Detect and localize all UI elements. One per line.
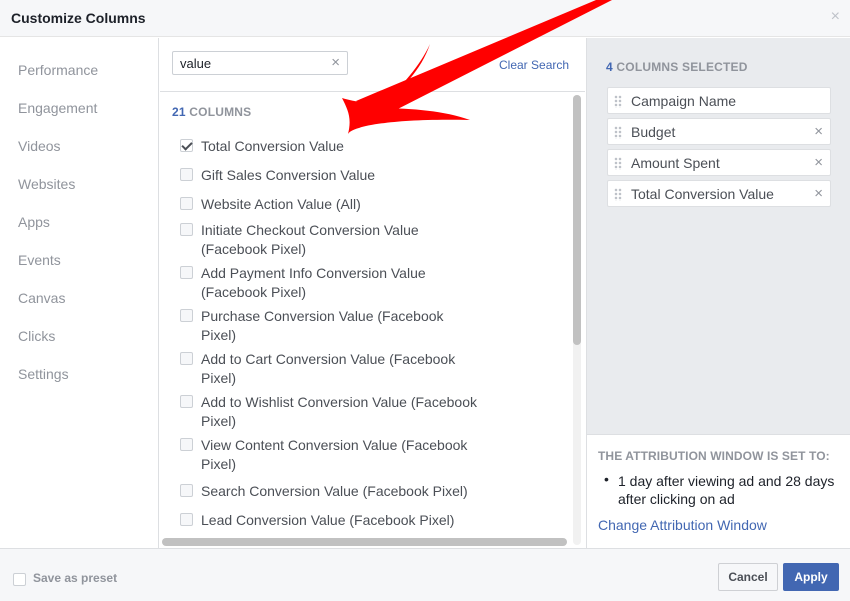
sidebar-item-performance[interactable]: Performance bbox=[18, 62, 98, 78]
column-option[interactable]: Website Action Value (All) bbox=[180, 195, 500, 214]
column-option[interactable]: Lead Conversion Value (Facebook Pixel) bbox=[180, 511, 500, 530]
sidebar-item-videos[interactable]: Videos bbox=[18, 138, 61, 154]
checkbox[interactable] bbox=[180, 197, 193, 210]
search-box: × bbox=[172, 51, 348, 75]
attribution-heading: THE ATTRIBUTION WINDOW IS SET TO: bbox=[598, 449, 830, 463]
column-option-label: Lead Conversion Value (Facebook Pixel) bbox=[201, 512, 455, 528]
selected-column-label: Total Conversion Value bbox=[631, 186, 774, 202]
column-option[interactable]: View Content Conversion Value (Facebook … bbox=[180, 436, 480, 474]
checkbox[interactable] bbox=[180, 309, 193, 322]
cancel-button[interactable]: Cancel bbox=[718, 563, 778, 591]
column-option[interactable]: Gift Sales Conversion Value bbox=[180, 166, 500, 185]
change-attribution-link[interactable]: Change Attribution Window bbox=[598, 517, 767, 533]
category-sidebar: Performance Engagement Videos Websites A… bbox=[0, 38, 159, 548]
checkbox[interactable] bbox=[180, 223, 193, 236]
vertical-scrollbar[interactable] bbox=[573, 95, 581, 545]
selected-column-item[interactable]: Budget × bbox=[607, 118, 831, 145]
sidebar-item-clicks[interactable]: Clicks bbox=[18, 328, 55, 344]
selected-column-item[interactable]: Total Conversion Value × bbox=[607, 180, 831, 207]
apply-button[interactable]: Apply bbox=[783, 563, 839, 591]
column-option-label: View Content Conversion Value (Facebook … bbox=[201, 437, 468, 472]
checkbox[interactable] bbox=[180, 352, 193, 365]
selected-count-label: COLUMNS SELECTED bbox=[616, 60, 748, 74]
drag-handle-icon[interactable] bbox=[614, 95, 622, 108]
sidebar-item-canvas[interactable]: Canvas bbox=[18, 290, 65, 306]
bullet: • bbox=[604, 471, 609, 487]
checkbox[interactable] bbox=[180, 513, 193, 526]
divider bbox=[160, 91, 585, 92]
column-option[interactable]: Add Payment Info Conversion Value (Faceb… bbox=[180, 264, 465, 302]
columns-count: 21 COLUMNS bbox=[172, 105, 251, 119]
checkbox[interactable] bbox=[180, 266, 193, 279]
checkbox[interactable] bbox=[180, 168, 193, 181]
dialog-header: Customize Columns × bbox=[0, 0, 850, 37]
close-icon[interactable]: × bbox=[831, 9, 840, 25]
selected-column-item[interactable]: Campaign Name bbox=[607, 87, 831, 114]
checkbox[interactable] bbox=[180, 395, 193, 408]
column-option-label: Purchase Conversion Value (Facebook Pixe… bbox=[201, 308, 444, 343]
selected-column-label: Amount Spent bbox=[631, 155, 720, 171]
columns-count-label: COLUMNS bbox=[189, 105, 252, 119]
column-option[interactable]: Initiate Checkout Conversion Value (Face… bbox=[180, 221, 465, 259]
column-option-label: Add to Wishlist Conversion Value (Facebo… bbox=[201, 394, 477, 429]
scrollbar-thumb[interactable] bbox=[573, 95, 581, 345]
drag-handle-icon[interactable] bbox=[614, 188, 622, 201]
checkbox[interactable] bbox=[180, 484, 193, 497]
column-option-label: Add Payment Info Conversion Value (Faceb… bbox=[201, 265, 426, 300]
clear-input-icon[interactable]: × bbox=[331, 54, 340, 71]
column-option-label: Add to Cart Conversion Value (Facebook P… bbox=[201, 351, 456, 386]
sidebar-item-events[interactable]: Events bbox=[18, 252, 61, 268]
sidebar-item-engagement[interactable]: Engagement bbox=[18, 100, 97, 116]
clear-search-link[interactable]: Clear Search bbox=[499, 58, 569, 72]
checkbox-checked[interactable] bbox=[180, 139, 193, 152]
attribution-text: 1 day after viewing ad and 28 days after… bbox=[618, 473, 835, 507]
remove-column-icon[interactable]: × bbox=[814, 154, 823, 171]
horizontal-scrollbar[interactable] bbox=[162, 538, 567, 546]
selected-column-item[interactable]: Amount Spent × bbox=[607, 149, 831, 176]
selected-columns-panel: 4 COLUMNS SELECTED Campaign Name Budget … bbox=[586, 38, 850, 548]
save-preset-label: Save as preset bbox=[33, 571, 118, 585]
column-option[interactable]: Total Conversion Value bbox=[180, 137, 500, 156]
sidebar-item-apps[interactable]: Apps bbox=[18, 214, 50, 230]
drag-handle-icon[interactable] bbox=[614, 157, 622, 170]
column-option-label: Website Action Value (All) bbox=[201, 196, 361, 212]
selected-count: 4 COLUMNS SELECTED bbox=[606, 60, 748, 74]
selected-column-label: Campaign Name bbox=[631, 93, 737, 109]
column-option-label: Search Conversion Value (Facebook Pixel) bbox=[201, 483, 468, 499]
remove-column-icon[interactable]: × bbox=[814, 185, 823, 202]
drag-handle-icon[interactable] bbox=[614, 126, 622, 139]
column-option[interactable]: Purchase Conversion Value (Facebook Pixe… bbox=[180, 307, 465, 345]
selected-count-number: 4 bbox=[606, 60, 613, 74]
column-option-label: Gift Sales Conversion Value bbox=[201, 167, 376, 183]
column-option[interactable]: Search Conversion Value (Facebook Pixel) bbox=[180, 482, 500, 501]
selected-column-label: Budget bbox=[631, 124, 676, 140]
column-option[interactable]: Add to Wishlist Conversion Value (Facebo… bbox=[180, 393, 480, 431]
column-option[interactable]: Add to Cart Conversion Value (Facebook P… bbox=[180, 350, 465, 388]
save-preset-checkbox[interactable] bbox=[13, 573, 26, 586]
column-option-label: Total Conversion Value bbox=[201, 138, 344, 154]
search-input[interactable] bbox=[180, 55, 320, 71]
dialog-footer: Save as preset Cancel Apply bbox=[0, 548, 850, 601]
remove-column-icon[interactable]: × bbox=[814, 123, 823, 140]
columns-count-number: 21 bbox=[172, 105, 186, 119]
column-option-label: Initiate Checkout Conversion Value (Face… bbox=[201, 222, 419, 257]
attribution-box: THE ATTRIBUTION WINDOW IS SET TO: • 1 da… bbox=[587, 434, 850, 548]
checkbox[interactable] bbox=[180, 438, 193, 451]
columns-panel: × Clear Search 21 COLUMNS Total Conversi… bbox=[160, 38, 585, 548]
dialog-title: Customize Columns bbox=[11, 10, 146, 26]
sidebar-item-websites[interactable]: Websites bbox=[18, 176, 75, 192]
sidebar-item-settings[interactable]: Settings bbox=[18, 366, 69, 382]
